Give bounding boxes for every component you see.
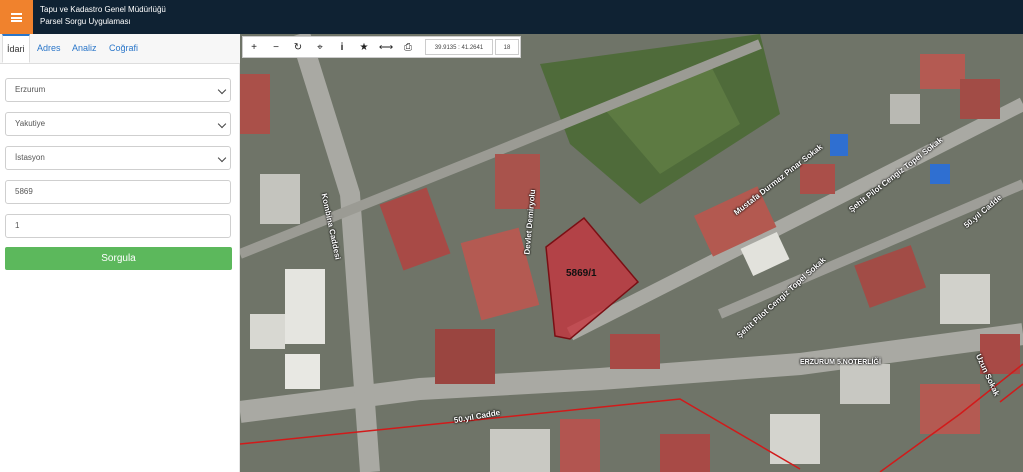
chevron-down-icon: [217, 85, 227, 95]
info-icon[interactable]: i: [331, 37, 353, 57]
satellite-map[interactable]: [240, 34, 1023, 472]
sorgula-button[interactable]: Sorgula: [5, 247, 232, 270]
parsel-input-value: 1: [15, 221, 20, 230]
tab-adres[interactable]: Adres: [37, 34, 61, 63]
map-view[interactable]: 5869/1 Kombina Caddesi Devlet Demiryolu …: [240, 34, 1023, 472]
map-toolbar: + − ↻ ⌖ i ★ ⟷ ⎙ 39.9135 : 41.2641 18: [242, 36, 521, 58]
minus-icon[interactable]: −: [265, 37, 287, 57]
ilce-select-value: Yakutiye: [15, 119, 46, 128]
il-select[interactable]: Erzurum: [5, 78, 231, 102]
chevron-down-icon: [217, 153, 227, 163]
mahalle-select-value: İstasyon: [15, 153, 45, 162]
crosshair-icon[interactable]: ⌖: [309, 37, 331, 57]
parcel-label: 5869/1: [566, 268, 597, 279]
chevron-down-icon: [217, 119, 227, 129]
plus-icon[interactable]: +: [243, 37, 265, 57]
star-icon[interactable]: ★: [353, 37, 375, 57]
app-header: Tapu ve Kadastro Genel Müdürlüğü Parsel …: [0, 0, 1023, 34]
app-title-line2: Parsel Sorgu Uygulaması: [40, 17, 131, 26]
print-icon[interactable]: ⎙: [397, 37, 419, 57]
parsel-input[interactable]: 1: [5, 214, 231, 238]
mahalle-select[interactable]: İstasyon: [5, 146, 231, 170]
zoom-level-readout: 18: [495, 39, 519, 55]
refresh-icon[interactable]: ↻: [287, 37, 309, 57]
tab-analiz[interactable]: Analiz: [72, 34, 97, 63]
hamburger-icon: [11, 12, 22, 22]
ilce-select[interactable]: Yakutiye: [5, 112, 231, 136]
ada-input-value: 5869: [15, 187, 33, 196]
poi-label-noter: ERZURUM 5.NOTERLİĞİ: [800, 359, 881, 366]
query-tabs: İdari Adres Analiz Coğrafi: [0, 34, 240, 64]
coordinate-readout: 39.9135 : 41.2641: [425, 39, 493, 55]
app-title-line1: Tapu ve Kadastro Genel Müdürlüğü: [40, 5, 166, 14]
measure-icon[interactable]: ⟷: [375, 37, 397, 57]
query-sidebar: İdari Adres Analiz Coğrafi Erzurum Yakut…: [0, 34, 240, 472]
menu-button[interactable]: [0, 0, 33, 34]
tab-idari[interactable]: İdari: [2, 34, 30, 63]
tab-cografi[interactable]: Coğrafi: [109, 34, 138, 63]
app-title: Tapu ve Kadastro Genel Müdürlüğü Parsel …: [40, 4, 166, 28]
il-select-value: Erzurum: [15, 85, 46, 94]
ada-input[interactable]: 5869: [5, 180, 231, 204]
